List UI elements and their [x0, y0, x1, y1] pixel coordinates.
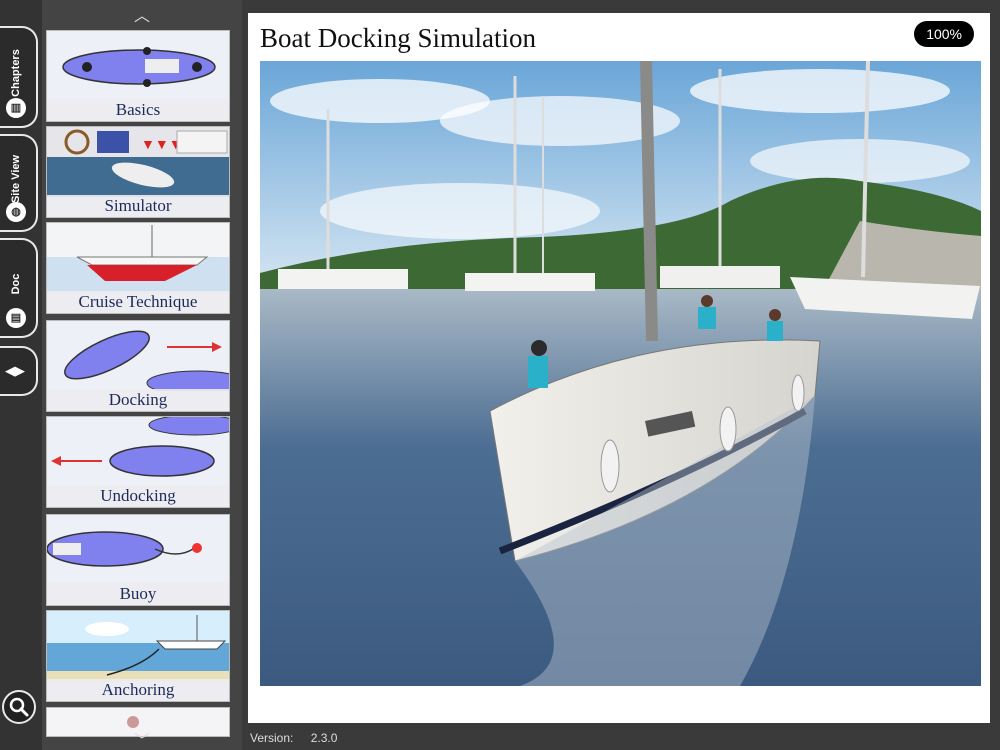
doc-tab-label: Doc — [10, 273, 22, 295]
thumbnail-docking[interactable]: Docking — [46, 320, 230, 412]
thumbnail-caption: Simulator — [47, 195, 229, 217]
sailboat-scene-image — [260, 61, 981, 686]
books-icon: ▥ — [6, 98, 26, 118]
version-footer: Version: 2.3.0 — [250, 731, 351, 745]
buoy-preview — [47, 515, 229, 585]
chapters-tab[interactable]: Chapters ▥ — [0, 26, 38, 128]
thumbnail-undocking[interactable]: Undocking — [46, 416, 230, 508]
thumbnail-basics[interactable]: Basics — [46, 30, 230, 122]
scroll-up-icon[interactable]: ︿ — [42, 2, 242, 26]
thumbnail-caption: Undocking — [47, 485, 229, 507]
svg-text:▼▼▼: ▼▼▼ — [141, 136, 183, 152]
chapter-thumbnails: ︿ Basics ▼▼▼ Simulator Cruise Technique … — [42, 0, 242, 750]
globe-icon: ◍ — [6, 202, 26, 222]
scroll-down-icon[interactable]: ﹀ — [42, 727, 242, 750]
main-panel: Boat Docking Simulation 100% — [248, 13, 990, 723]
version-value: 2.3.0 — [310, 731, 338, 745]
search-icon — [9, 697, 29, 717]
thumbnail-cruise-technique[interactable]: Cruise Technique — [46, 222, 230, 314]
thumbnail-caption: Basics — [47, 99, 229, 121]
play-toggle-icon: ◀▶ — [5, 363, 25, 378]
thumbnail-caption: Cruise Technique — [47, 291, 229, 313]
site-view-tab-label: Site View — [10, 155, 22, 204]
simulator-preview: ▼▼▼ — [47, 127, 229, 197]
thumbnail-anchoring[interactable]: Anchoring — [46, 610, 230, 702]
undocking-preview — [47, 417, 229, 487]
thumbnail-caption: Buoy — [47, 583, 229, 605]
thumbnail-caption: Anchoring — [47, 679, 229, 701]
thumbnail-simulator[interactable]: ▼▼▼ Simulator — [46, 126, 230, 218]
site-view-tab[interactable]: Site View ◍ — [0, 134, 38, 232]
anchoring-preview — [47, 611, 229, 681]
search-button[interactable] — [2, 690, 36, 724]
chapters-tab-label: Chapters — [10, 49, 22, 97]
thumbnail-buoy[interactable]: Buoy — [46, 514, 230, 606]
version-label: Version: — [250, 731, 294, 745]
thumbnail-caption: Docking — [47, 389, 229, 411]
zoom-badge[interactable]: 100% — [914, 21, 974, 47]
docking-preview — [47, 321, 229, 391]
cruise-technique-preview — [47, 223, 229, 293]
basics-preview — [47, 31, 229, 101]
book-icon: ▤ — [6, 308, 26, 328]
side-rail: Chapters ▥ Site View ◍ Doc ▤ ◀▶ — [0, 0, 42, 750]
page-title: Boat Docking Simulation — [260, 23, 536, 53]
play-toggle-button[interactable]: ◀▶ — [0, 346, 38, 396]
doc-tab[interactable]: Doc ▤ — [0, 238, 38, 338]
